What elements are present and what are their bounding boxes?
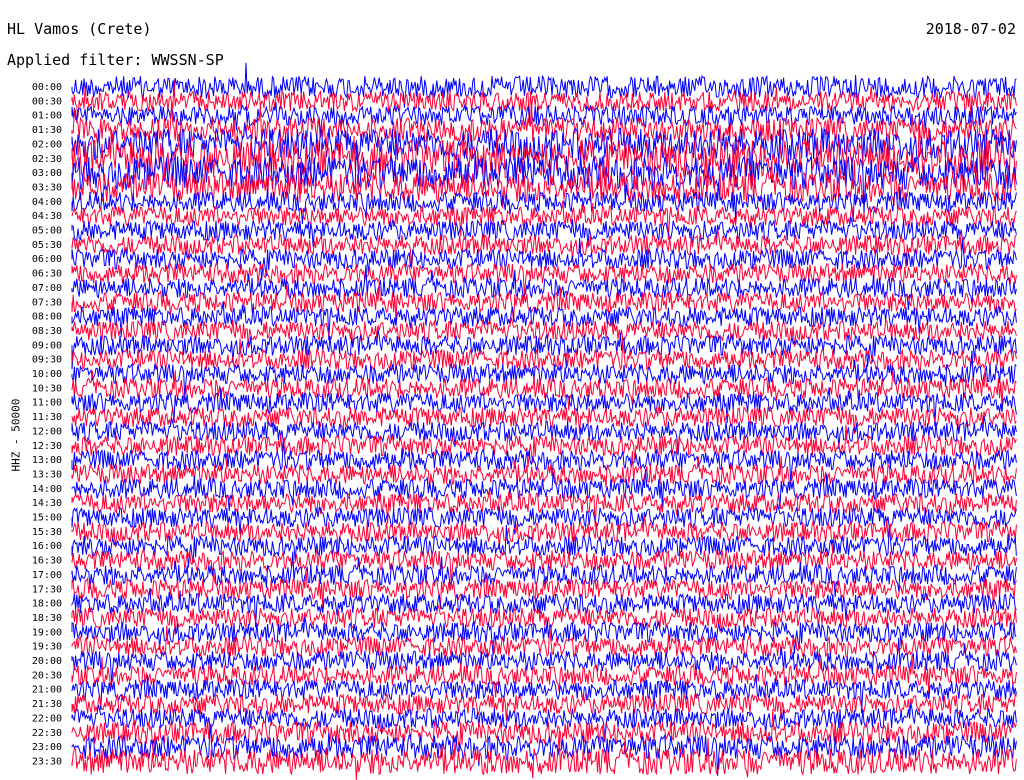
row-label: 23:30 — [32, 756, 62, 767]
row-label: 13:30 — [32, 469, 62, 480]
row-label: 16:30 — [32, 556, 62, 567]
row-label: 19:00 — [32, 627, 62, 638]
row-label: 03:00 — [32, 168, 62, 179]
row-label: 14:00 — [32, 484, 62, 495]
row-label: 12:30 — [32, 441, 62, 452]
row-label: 04:00 — [32, 197, 62, 208]
row-label: 03:30 — [32, 182, 62, 193]
row-label: 11:00 — [32, 398, 62, 409]
trace-line — [71, 79, 1017, 124]
row-label: 19:30 — [32, 642, 62, 653]
row-label: 18:30 — [32, 613, 62, 624]
row-label: 07:30 — [32, 297, 62, 308]
seismogram-plot: 00:00 00:30 01:00 01:30 02:00 02:30 03:00 03:30… — [32, 62, 1017, 780]
row-label: 00:00 — [32, 82, 62, 93]
row-label: 17:00 — [32, 570, 62, 581]
row-label: 08:30 — [32, 326, 62, 337]
row-label: 15:00 — [32, 513, 62, 524]
row-label: 09:00 — [32, 340, 62, 351]
row-label: 16:00 — [32, 541, 62, 552]
row-label: 00:30 — [32, 96, 62, 107]
row-label: 05:00 — [32, 226, 62, 237]
row-label: 21:30 — [32, 699, 62, 710]
row-label: 02:30 — [32, 154, 62, 165]
row-label: 02:00 — [32, 139, 62, 150]
row-label: 14:30 — [32, 498, 62, 509]
row-label: 01:00 — [32, 111, 62, 122]
row-label: 11:30 — [32, 412, 62, 423]
row-label: 17:30 — [32, 584, 62, 595]
filter-label: Applied filter: WWSSN-SP — [7, 51, 224, 69]
row-label: 22:30 — [32, 728, 62, 739]
row-label: 01:30 — [32, 125, 62, 136]
row-label: 07:00 — [32, 283, 62, 294]
row-label: 22:00 — [32, 713, 62, 724]
row-label: 15:30 — [32, 527, 62, 538]
row-label: 18:00 — [32, 599, 62, 610]
row-label: 21:00 — [32, 685, 62, 696]
row-label: 06:30 — [32, 269, 62, 280]
row-label: 20:00 — [32, 656, 62, 667]
row-label: 04:30 — [32, 211, 62, 222]
row-label: 23:00 — [32, 742, 62, 753]
row-label: 05:30 — [32, 240, 62, 251]
row-label: 06:00 — [32, 254, 62, 265]
row-label: 08:00 — [32, 312, 62, 323]
row-label: 20:30 — [32, 670, 62, 681]
row-label: 09:30 — [32, 355, 62, 366]
trace-line — [71, 692, 1017, 722]
row-label: 13:00 — [32, 455, 62, 466]
row-label: 10:00 — [32, 369, 62, 380]
trace-line — [71, 516, 1017, 556]
row-label: 10:30 — [32, 383, 62, 394]
row-label: 12:00 — [32, 426, 62, 437]
